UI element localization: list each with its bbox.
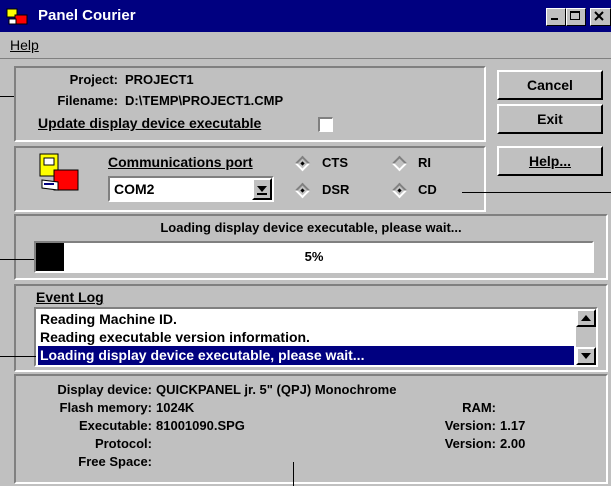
ri-label: RI <box>418 155 431 170</box>
display-device-label: Display device: <box>57 382 152 397</box>
event-log-label: Event Log <box>36 289 104 305</box>
project-value: PROJECT1 <box>125 72 194 87</box>
help-button[interactable]: Help... <box>497 146 603 176</box>
callout-line <box>462 192 611 193</box>
chevron-down-icon <box>257 186 267 195</box>
event-log-scrollbar[interactable] <box>576 309 596 365</box>
close-icon <box>594 11 604 21</box>
dropdown-button[interactable] <box>252 178 272 200</box>
dsr-label: DSR <box>322 182 350 197</box>
arrow-up-icon <box>581 315 591 321</box>
cd-label: CD <box>418 182 437 197</box>
executable-label: Executable: <box>79 418 152 433</box>
arrow-down-icon <box>581 353 591 359</box>
scroll-up-button[interactable] <box>576 309 596 327</box>
close-button[interactable] <box>590 8 611 26</box>
communications-port-label: Communications port <box>108 154 253 170</box>
version1-label: Version: <box>444 418 496 433</box>
minimize-icon <box>551 18 558 20</box>
title-bar[interactable]: Panel Courier <box>0 0 611 32</box>
filename-value: D:\TEMP\PROJECT1.CMP <box>125 93 284 108</box>
device-icon <box>39 153 79 191</box>
flash-memory-label: Flash memory: <box>59 400 152 415</box>
update-executable-label[interactable]: Update display device executable <box>38 115 261 131</box>
progress-message: Loading display device executable, pleas… <box>160 220 462 235</box>
menu-bar: Help <box>0 32 611 59</box>
list-item-selected[interactable]: Loading display device executable, pleas… <box>38 346 574 365</box>
maximize-button[interactable] <box>566 8 586 26</box>
cts-label: CTS <box>322 155 348 170</box>
scroll-down-button[interactable] <box>576 347 596 365</box>
window-title: Panel Courier <box>38 7 136 24</box>
progress-percent: 5% <box>304 249 324 264</box>
list-item[interactable]: Reading Machine ID. <box>38 310 574 329</box>
update-executable-checkbox[interactable] <box>318 117 333 132</box>
callout-line <box>0 356 36 357</box>
list-item[interactable]: Reading executable version information. <box>38 328 574 347</box>
version2-value: 2.00 <box>500 436 526 451</box>
minimize-button[interactable] <box>546 8 566 26</box>
maximize-icon <box>570 11 580 20</box>
main-window: Panel Courier Help Project: PROJECT1 Fil… <box>0 0 611 486</box>
menu-help[interactable]: Help <box>10 37 39 53</box>
exit-button[interactable]: Exit <box>497 104 603 134</box>
display-device-value: QUICKPANEL jr. 5" (QPJ) Monochrome <box>156 382 397 397</box>
ram-label: RAM: <box>462 400 496 415</box>
cancel-button[interactable]: Cancel <box>497 70 603 100</box>
version1-value: 1.17 <box>500 418 526 433</box>
version2-label: Version: <box>444 436 496 451</box>
executable-value: 81001090.SPG <box>156 418 245 433</box>
communications-port-value: COM2 <box>114 181 155 197</box>
protocol-label: Protocol: <box>94 436 152 451</box>
free-space-label: Free Space: <box>78 454 152 469</box>
app-icon <box>6 8 28 25</box>
project-label: Project: <box>69 72 118 87</box>
communications-port-select[interactable]: COM2 <box>108 176 274 202</box>
progress-bar: 5% <box>34 241 594 273</box>
callout-line <box>0 259 34 260</box>
callout-line <box>0 96 14 97</box>
filename-label: Filename: <box>57 93 118 108</box>
flash-memory-value: 1024K <box>156 400 195 415</box>
callout-line <box>293 462 294 486</box>
event-log-list[interactable]: Reading Machine ID. Reading executable v… <box>34 307 598 367</box>
